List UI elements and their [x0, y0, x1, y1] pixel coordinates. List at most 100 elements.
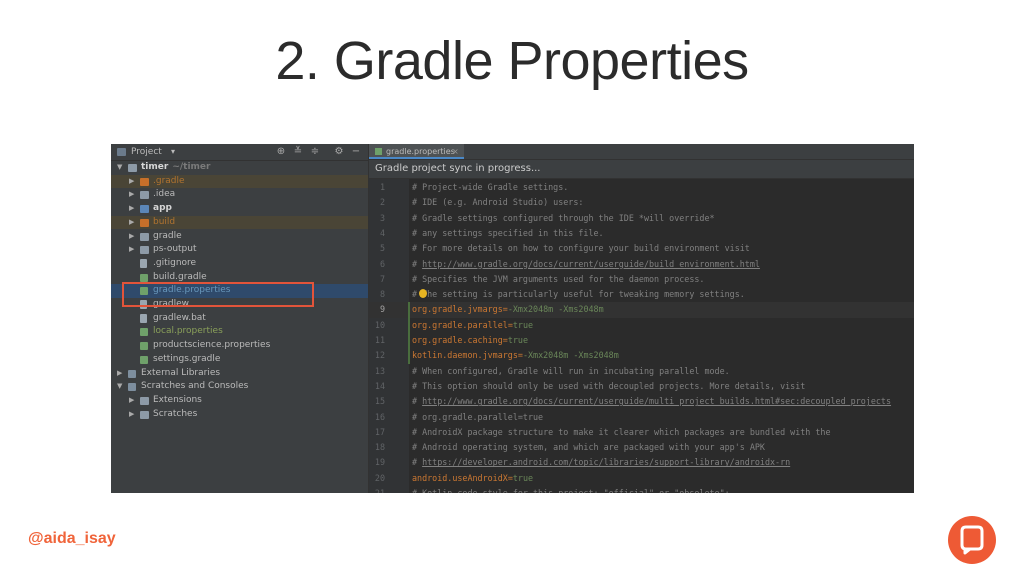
code-line[interactable]: 2 # IDE (e.g. Android Studio) users:	[369, 195, 914, 210]
code-line[interactable]: 7 # Specifies the JVM arguments used for …	[369, 272, 914, 287]
expand-all-icon[interactable]: ≚	[291, 145, 305, 159]
line-number: 12	[374, 350, 385, 361]
file-icon	[140, 313, 147, 323]
code-line[interactable]: 12 kotlin.daemon.jvmargs=-Xmx2048m -Xms20…	[369, 348, 914, 364]
line-number: 16	[374, 411, 385, 422]
tree-item[interactable]: settings.gradle	[111, 353, 368, 367]
editor-tab-bar: gradle.properties ×	[369, 144, 914, 160]
code-line[interactable]: 9 org.gradle.jvmargs=-Xmx2048m -Xms2048m	[369, 302, 914, 318]
tree-item-label: .idea	[153, 189, 176, 200]
code-text: # https://developer.android.com/topic/li…	[412, 457, 791, 468]
code-line[interactable]: 1 # Project-wide Gradle settings.	[369, 180, 914, 195]
tree-item[interactable]: ▶ .idea	[111, 188, 368, 202]
code-text: # any settings specified in this file.	[412, 227, 604, 238]
tree-item[interactable]: ▶ External Libraries	[111, 367, 368, 381]
tree-item-label: .gradle	[153, 175, 185, 186]
tree-item[interactable]: ▶ Scratches	[111, 408, 368, 422]
tree-item-label: local.properties	[153, 326, 223, 337]
code-line[interactable]: 17 # AndroidX package structure to make i…	[369, 425, 914, 440]
collapse-all-icon[interactable]: ≑	[308, 145, 322, 159]
tree-item[interactable]: ▶ ps-output	[111, 243, 368, 257]
tree-item[interactable]: ▶ Extensions	[111, 394, 368, 408]
line-number: 2	[379, 197, 385, 208]
code-area[interactable]: 1 # Project-wide Gradle settings. 2 # IDE (…	[369, 179, 914, 493]
code-text: android.useAndroidX=true	[412, 472, 534, 483]
folder-blue-icon	[140, 205, 149, 214]
gear-icon[interactable]: ⚙	[332, 145, 346, 159]
code-line[interactable]: 16 # org.gradle.parallel=true	[369, 410, 914, 425]
tree-item[interactable]: ▶ gradle	[111, 230, 368, 244]
code-line[interactable]: 18 # Android operating system, and which …	[369, 440, 914, 455]
line-number: 3	[379, 212, 385, 223]
folder-icon	[140, 191, 149, 200]
tree-item[interactable]: gradlew.bat	[111, 312, 368, 326]
code-line[interactable]: 21 # Kotlin code style for this project: …	[369, 486, 914, 493]
gradle-icon	[140, 328, 148, 337]
chevron-down-icon[interactable]: ▼	[117, 161, 125, 175]
tree-item[interactable]: local.properties	[111, 325, 368, 339]
code-text: # The setting is particularly useful for…	[412, 289, 745, 300]
tree-item-path: ~/timer	[172, 162, 211, 172]
chevron-right-icon[interactable]: ▶	[129, 243, 137, 257]
tree-item[interactable]: ▶ app	[111, 202, 368, 216]
tree-item[interactable]: .gitignore	[111, 257, 368, 271]
ide-window: Project ▾ ⊕ ≚ ≑ ⚙ − ▼ timer ~/timer ▶ .gradl…	[111, 144, 914, 493]
code-line[interactable]: 13 # When configured, Gradle will run in …	[369, 364, 914, 379]
slide-title: 2. Gradle Properties	[275, 31, 749, 91]
chevron-down-icon[interactable]: ▾	[171, 144, 175, 160]
code-line[interactable]: 15 # http://www.gradle.org/docs/current/u…	[369, 394, 914, 409]
chevron-right-icon[interactable]: ▶	[129, 175, 137, 189]
code-line[interactable]: 4 # any settings specified in this file.	[369, 226, 914, 241]
tab-gradle-properties[interactable]: gradle.properties ×	[369, 144, 464, 159]
chevron-right-icon[interactable]: ▶	[129, 408, 137, 422]
chevron-down-icon[interactable]: ▼	[117, 380, 125, 394]
code-line[interactable]: 10 org.gradle.parallel=true	[369, 317, 914, 333]
line-number: 20	[374, 472, 385, 483]
code-line[interactable]: 20 android.useAndroidX=true	[369, 471, 914, 486]
close-icon[interactable]: ×	[452, 144, 459, 159]
chevron-right-icon[interactable]: ▶	[129, 230, 137, 244]
gradle-icon	[140, 342, 148, 351]
tree-item[interactable]: ▼ timer ~/timer	[111, 161, 368, 175]
line-number: 21	[374, 488, 385, 493]
author-handle: @aida_isay	[28, 530, 116, 547]
tree-item[interactable]: ▶ build	[111, 215, 368, 230]
hide-panel-icon[interactable]: −	[349, 145, 363, 159]
code-text: # When configured, Gradle will run in in…	[412, 365, 730, 376]
line-number: 1	[379, 182, 385, 192]
project-panel-header[interactable]: Project ▾ ⊕ ≚ ≑ ⚙ −	[111, 144, 368, 161]
code-line[interactable]: 11 org.gradle.caching=true	[369, 333, 914, 349]
line-number: 15	[374, 396, 385, 407]
tree-item-label: productscience.properties	[153, 340, 271, 351]
tree-item-label: Scratches	[153, 408, 198, 419]
chevron-right-icon[interactable]: ▶	[117, 367, 125, 381]
code-line[interactable]: 19 # https://developer.android.com/topic/…	[369, 455, 914, 470]
tree-item[interactable]: productscience.properties	[111, 339, 368, 353]
tree-item[interactable]: ▶ .gradle	[111, 174, 368, 189]
folder-icon	[140, 396, 149, 405]
folder-icon	[140, 232, 149, 241]
code-line[interactable]: 3 # Gradle settings configured through th…	[369, 211, 914, 226]
tree-item[interactable]: ▼ Scratches and Consoles	[111, 380, 368, 394]
code-text: kotlin.daemon.jvmargs=-Xmx2048m -Xms2048…	[412, 350, 619, 361]
locate-icon[interactable]: ⊕	[274, 145, 288, 159]
chevron-right-icon[interactable]: ▶	[129, 202, 137, 216]
code-line[interactable]: 5 # For more details on how to configure …	[369, 241, 914, 256]
chevron-right-icon[interactable]: ▶	[129, 216, 137, 230]
code-line[interactable]: 14 # This option should only be used with…	[369, 379, 914, 394]
change-marker	[408, 348, 410, 364]
change-marker	[408, 333, 410, 349]
code-text: # http://www.gradle.org/docs/current/use…	[412, 396, 892, 407]
chevron-right-icon[interactable]: ▶	[129, 188, 137, 202]
highlight-box	[122, 282, 314, 307]
chevron-right-icon[interactable]: ▶	[129, 394, 137, 408]
code-text: org.gradle.parallel=true	[412, 319, 534, 330]
editor-panel: gradle.properties × Gradle project sync …	[368, 144, 914, 493]
tree-item-label: External Libraries	[141, 367, 221, 378]
code-line[interactable]: 6 # http://www.gradle.org/docs/current/us…	[369, 257, 914, 272]
tree-item-label: settings.gradle	[153, 353, 221, 364]
code-text: # org.gradle.parallel=true	[412, 411, 544, 422]
line-number: 4	[379, 227, 385, 238]
code-line[interactable]: 8 # The setting is particularly useful fo…	[369, 287, 914, 302]
line-number: 17	[374, 426, 385, 437]
